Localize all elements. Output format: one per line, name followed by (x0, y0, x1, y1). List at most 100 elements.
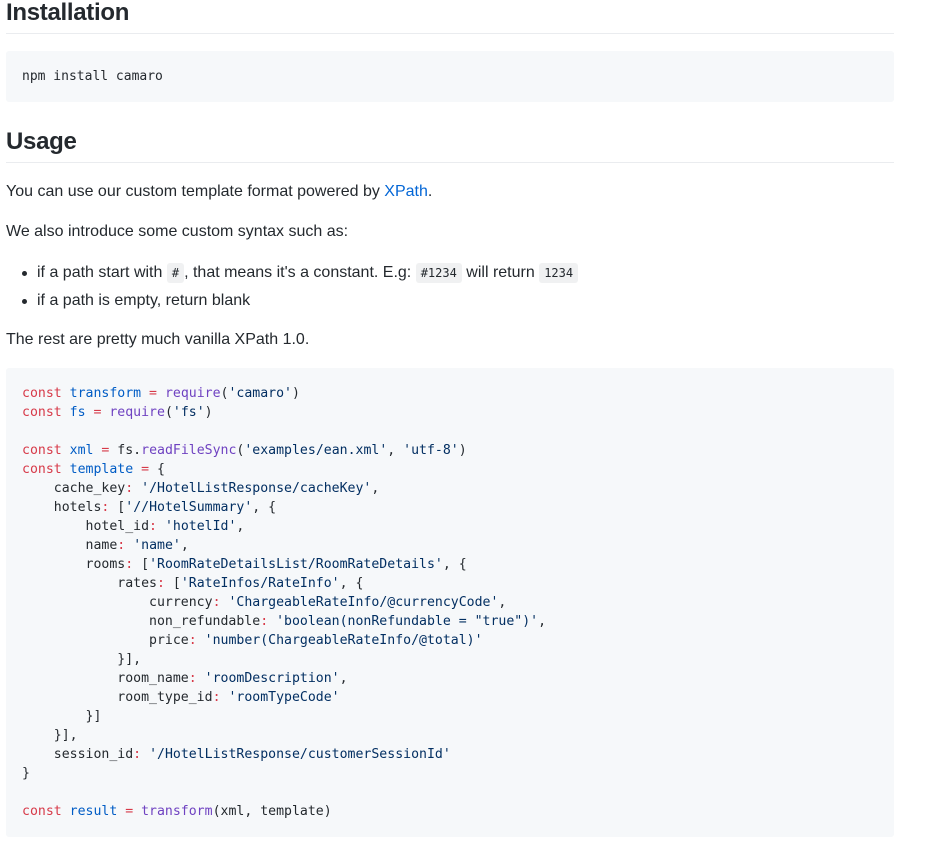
code-token: = (133, 462, 157, 477)
code-token: = (117, 804, 142, 819)
code-line: }], (22, 650, 894, 669)
code-token: room_type_id (22, 690, 213, 705)
code-token: 'number(ChargeableRateInfo/@total)' (204, 633, 483, 648)
code-token: , (339, 671, 348, 686)
bullet-text: will return (461, 264, 540, 281)
code-token: [ (164, 576, 181, 591)
code-token: '//HotelSummary' (125, 500, 253, 515)
code-token: currency (22, 595, 213, 610)
bullet-text: if a path start with (37, 264, 167, 281)
code-token: '/HotelListResponse/customerSessionId' (149, 747, 451, 762)
code-token: , (538, 614, 547, 629)
code-token: : (125, 481, 134, 496)
code-token: } (22, 766, 30, 781)
code-token: room_name (22, 671, 189, 686)
code-token: 'fs' (172, 405, 205, 420)
code-token: 'hotelId' (164, 519, 237, 534)
code-token: name (22, 538, 118, 553)
code-token: ( (164, 405, 173, 420)
code-token: : (156, 576, 165, 591)
bullet-text: if a path is empty, return blank (37, 292, 251, 309)
code-line: name: 'name', (22, 536, 894, 555)
usage-intro-text: You can use our custom template format p… (6, 183, 385, 200)
code-token: , { (442, 557, 467, 572)
code-token: 'name' (133, 538, 181, 553)
code-token: const (22, 804, 70, 819)
code-token: [ (133, 557, 150, 572)
code-token: rooms (22, 557, 126, 572)
code-token: hotels (22, 500, 102, 515)
code-token: 'boolean(nonRefundable = "true")' (276, 614, 539, 629)
code-token: : (188, 633, 197, 648)
code-line: room_type_id: 'roomTypeCode' (22, 688, 894, 707)
code-token: , { (252, 500, 277, 515)
code-token: ) (292, 386, 300, 401)
install-code-block: npm install camaro (6, 51, 894, 102)
code-token: transform (69, 386, 142, 401)
code-token: = (93, 443, 118, 458)
code-token: price (22, 633, 189, 648)
code-token: 'utf-8' (403, 443, 459, 458)
code-line: rooms: ['RoomRateDetailsList/RoomRateDet… (22, 555, 894, 574)
code-token: ) (458, 443, 467, 458)
code-token: session_id (22, 747, 134, 762)
code-line: non_refundable: 'boolean(nonRefundable =… (22, 612, 894, 631)
syntax-list: if a path start with #, that means it's … (6, 260, 579, 316)
code-token: '/HotelListResponse/cacheKey' (141, 481, 372, 496)
usage-intro-period: . (427, 183, 433, 200)
code-token: transform (141, 804, 213, 819)
inline-code: #1234 (415, 263, 462, 283)
code-line: rates: ['RateInfos/RateInfo', { (22, 574, 894, 593)
code-token: = (85, 405, 110, 420)
usage-heading: Usage (6, 129, 894, 163)
code-token: readFileSync (141, 443, 237, 458)
code-line: hotels: ['//HotelSummary', { (22, 498, 894, 517)
code-token: const (22, 443, 70, 458)
code-token: fs. (117, 443, 142, 458)
code-token: 'RoomRateDetailsList/RoomRateDetails' (149, 557, 443, 572)
code-token: : (260, 614, 269, 629)
install-command: npm install camaro (22, 69, 163, 84)
installation-heading: Installation (6, 0, 894, 34)
code-token: : (133, 747, 142, 762)
code-token: xml (69, 443, 94, 458)
code-token: const (22, 386, 70, 401)
code-line: const result = transform(xml, template) (22, 802, 894, 821)
code-token: fs (69, 405, 86, 420)
code-token: non_refundable (22, 614, 261, 629)
xpath-link[interactable]: XPath (384, 183, 428, 200)
code-line: currency: 'ChargeableRateInfo/@currencyC… (22, 593, 894, 612)
code-line: room_name: 'roomDescription', (22, 669, 894, 688)
code-token: : (125, 557, 134, 572)
usage-intro: You can use our custom template format p… (6, 180, 432, 204)
code-line: hotel_id: 'hotelId', (22, 517, 894, 536)
code-token: , { (339, 576, 364, 591)
inline-code: 1234 (539, 263, 579, 283)
code-token: 'ChargeableRateInfo/@currencyCode' (228, 595, 499, 610)
code-token: : (188, 671, 197, 686)
list-item: if a path is empty, return blank (6, 288, 578, 316)
code-token: cache_key (22, 481, 126, 496)
code-line: price: 'number(ChargeableRateInfo/@total… (22, 631, 894, 650)
code-token: template (69, 462, 134, 477)
usage-code-block: const transform = require('camaro') const… (6, 368, 894, 837)
code-token: }] (22, 709, 102, 724)
code-token: hotel_id (22, 519, 150, 534)
rest-text: The rest are pretty much vanilla XPath 1… (6, 331, 310, 348)
code-line: cache_key: '/HotelListResponse/cacheKey'… (22, 479, 894, 498)
code-token: 'RateInfos/RateInfo' (180, 576, 340, 591)
code-token: 'examples/ean.xml' (244, 443, 388, 458)
code-token: : (212, 595, 221, 610)
code-token: require (164, 386, 221, 401)
code-token: const (22, 462, 70, 477)
code-token: : (149, 519, 157, 534)
code-line: const xml = fs.readFileSync('examples/ea… (22, 441, 894, 460)
code-token: 'roomTypeCode' (228, 690, 340, 705)
code-token: const (22, 405, 70, 420)
inline-code: # (166, 263, 185, 283)
code-token: = (141, 386, 165, 401)
